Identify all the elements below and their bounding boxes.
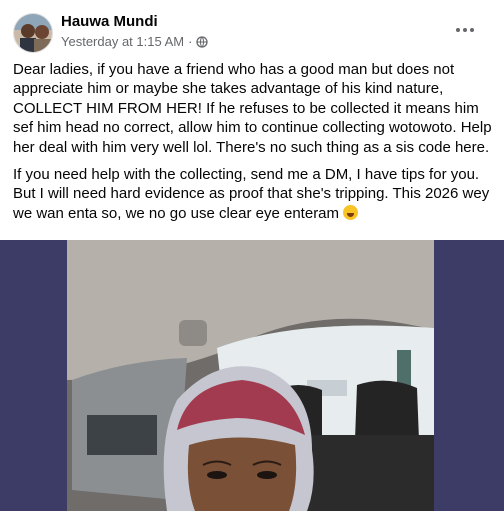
post-paragraph: If you need help with the collecting, se…: [13, 166, 490, 222]
post-paragraph-with-emoji: If you need help with the collecting, se…: [13, 165, 493, 223]
author-name[interactable]: Hauwa Mundi: [61, 13, 158, 30]
globe-icon[interactable]: [196, 35, 209, 48]
post-text: Dear ladies, if you have a friend who ha…: [13, 60, 493, 231]
laughing-emoji-icon: [343, 204, 359, 220]
post-photo[interactable]: [67, 240, 434, 511]
facebook-post: Hauwa Mundi Yesterday at 1:15 AM · Dear …: [0, 0, 504, 511]
author-avatar[interactable]: [13, 13, 53, 53]
post-paragraph: Dear ladies, if you have a friend who ha…: [13, 61, 492, 156]
more-options-icon[interactable]: [453, 20, 477, 40]
post-meta: Yesterday at 1:15 AM ·: [61, 34, 209, 49]
post-header: Hauwa Mundi Yesterday at 1:15 AM ·: [13, 12, 493, 54]
meta-separator: ·: [188, 34, 193, 49]
post-media[interactable]: [0, 240, 504, 511]
post-timestamp[interactable]: Yesterday at 1:15 AM: [61, 34, 184, 49]
